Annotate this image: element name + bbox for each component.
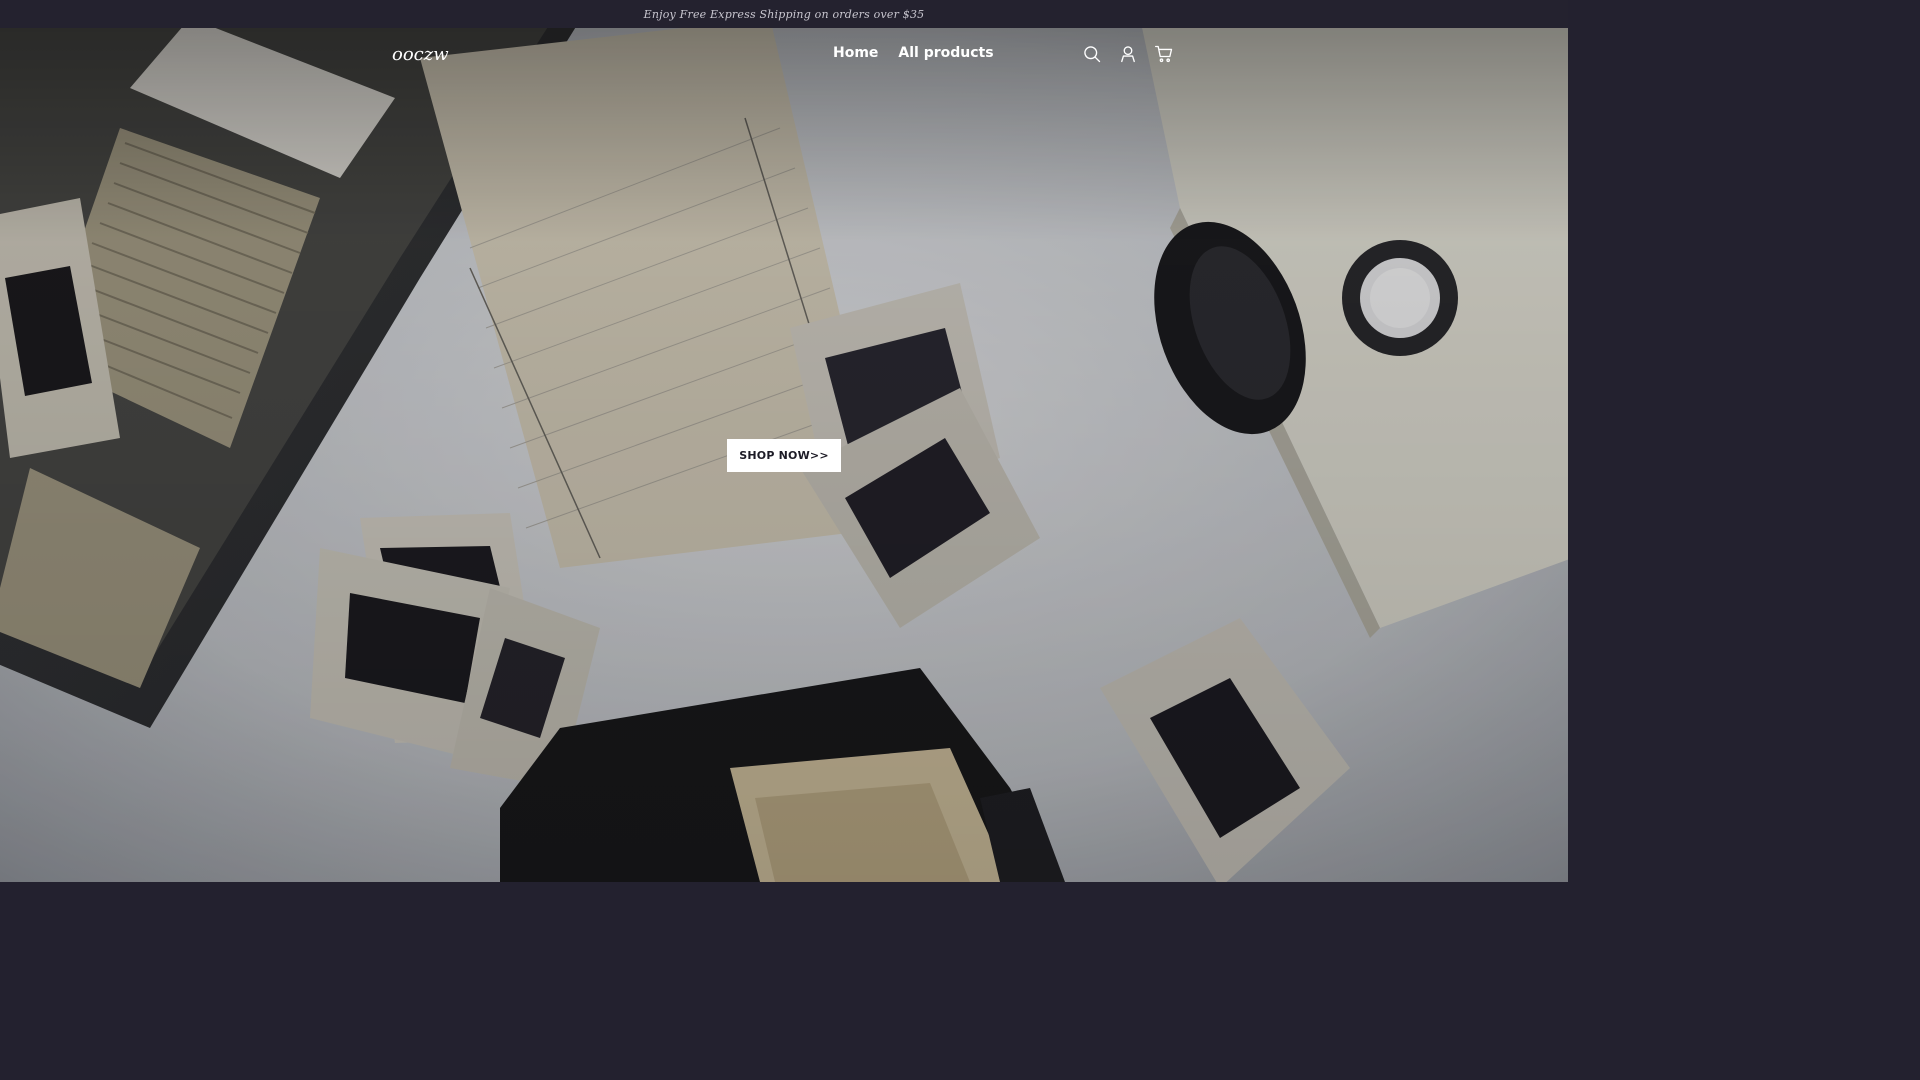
search-icon [1084,46,1101,63]
account-button[interactable] [1117,43,1139,65]
announcement-bar: Enjoy Free Express Shipping on orders ov… [0,0,1568,28]
cart-icon [1155,45,1173,63]
header-icons [1081,43,1175,65]
site-header: ooczw Home All products [0,28,1568,82]
main-nav: Home All products [833,45,994,61]
search-button[interactable] [1081,43,1103,65]
account-icon [1121,46,1135,63]
shop-now-button[interactable]: SHOP NOW>> [727,439,841,472]
nav-link-home[interactable]: Home [833,45,878,61]
cart-button[interactable] [1153,43,1175,65]
store-logo[interactable]: ooczw [392,44,449,65]
announcement-text: Enjoy Free Express Shipping on orders ov… [643,7,925,21]
nav-link-all-products[interactable]: All products [898,45,993,61]
